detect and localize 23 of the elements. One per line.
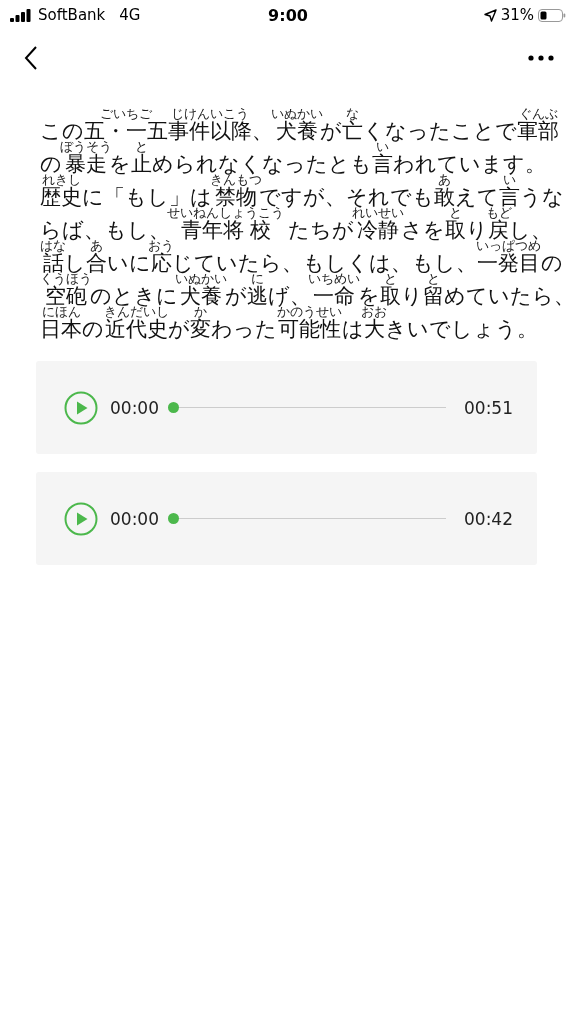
duration-time: 00:51 [464, 397, 513, 418]
progress-handle[interactable] [168, 513, 179, 524]
location-arrow-icon [483, 8, 497, 22]
play-icon[interactable] [64, 501, 98, 536]
current-time: 00:00 [110, 397, 159, 418]
play-icon[interactable] [64, 390, 98, 425]
current-time: 00:00 [110, 508, 159, 529]
clock-time: 9:00 [268, 5, 308, 25]
more-icon[interactable] [528, 55, 554, 61]
text-line: 話 はな し合 あ いに応 おう じていたら、もしくは、もし、一発目 いっぱつめ の [40, 240, 564, 273]
network-type: 4G [119, 6, 141, 24]
text-line: 歴史 れきし に「もし」は禁物 きんもつ ですが、それでも敢 あ えて言 い うな [40, 174, 565, 207]
carrier-name: SoftBank [38, 6, 106, 24]
text-line: 空砲 くうほう のときに 犬養 いぬかい が逃 に げ、一命 いちめい を取 と り 留 と めていたら、 [40, 273, 576, 306]
battery-icon [538, 8, 566, 22]
back-icon[interactable] [24, 46, 38, 70]
text-line: らば、もし、青年将 校 せいねんしょうこう たちが 冷静 れいせい さを取 と り 戻 もど し、 [40, 207, 553, 240]
battery-percent: 31% [500, 6, 534, 24]
signal-icon [10, 8, 32, 22]
progress-handle[interactable] [168, 402, 179, 413]
duration-time: 00:42 [464, 508, 513, 529]
text-line: この五・一五 ごいちご 事件以降 じけんいこう 、犬養 いぬかい が亡 な くなったことで軍部 ぐんぶ [40, 108, 560, 141]
text-line: 日本 にほん の近代史 きんだいし が変 か わった可能性 かのうせい は大 おお きいでしょう。 [40, 306, 538, 339]
